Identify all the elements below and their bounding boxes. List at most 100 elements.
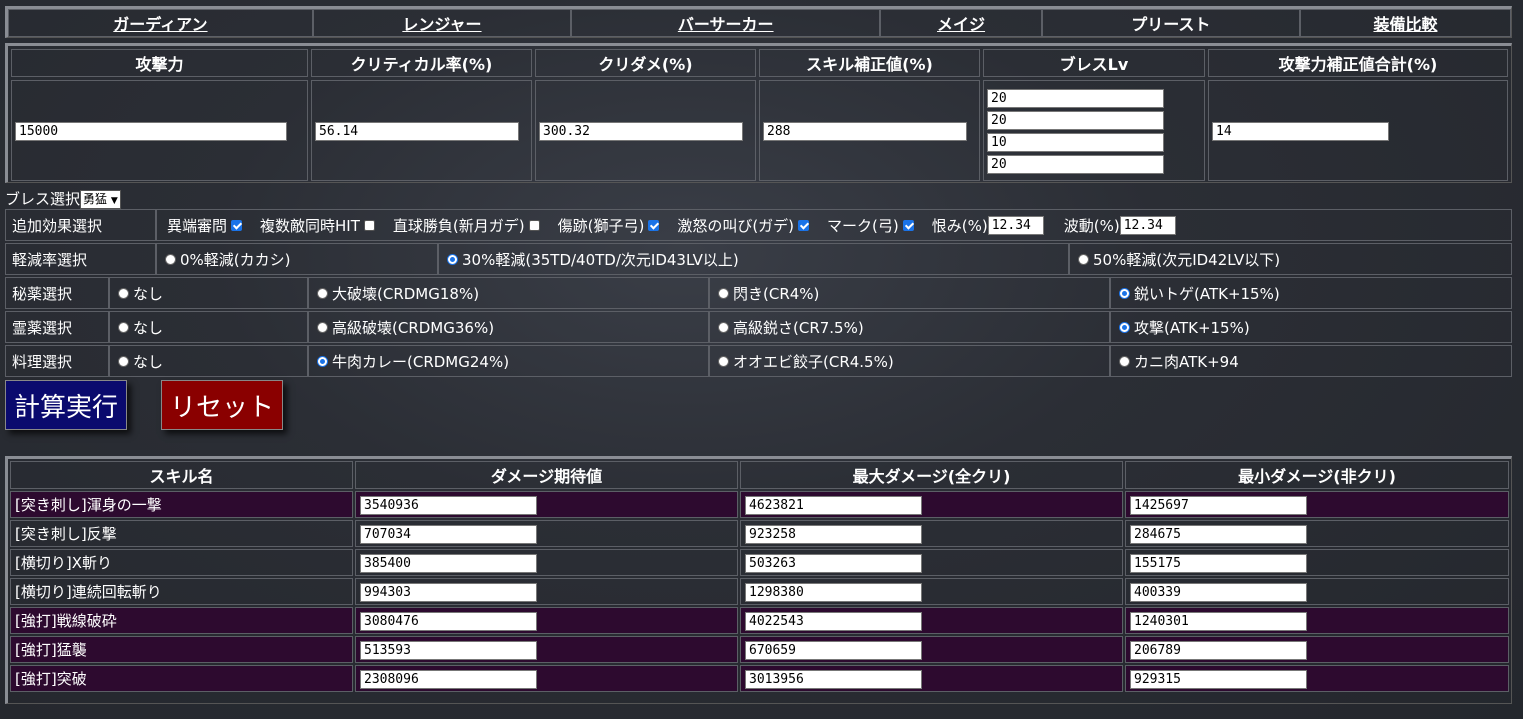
secret-option-none[interactable]: なし	[112, 278, 309, 308]
checkbox-checked[interactable]	[902, 219, 914, 231]
effect-inquisition[interactable]: 異端審問	[167, 215, 243, 236]
grudge-input[interactable]: 12.34	[987, 215, 1044, 235]
spirit-option-high-destruction[interactable]: 高級破壊(CRDMG36%)	[311, 312, 710, 342]
nav-equipment-compare-link[interactable]: 装備比較	[1373, 15, 1437, 34]
radio-unselected[interactable]	[718, 287, 729, 299]
nav-berserker[interactable]: バーサーカー	[571, 9, 881, 37]
skill-mod-cell: 288	[759, 80, 980, 181]
nav-guardian[interactable]: ガーディアン	[8, 9, 313, 37]
radio-unselected[interactable]	[118, 321, 129, 333]
max-damage-output[interactable]: 4623821	[745, 495, 922, 515]
effect-war-cry[interactable]: 激怒の叫び(ガデ)	[677, 215, 810, 236]
radio-unselected[interactable]	[718, 321, 729, 333]
skill-mod-input[interactable]: 288	[763, 121, 967, 141]
checkbox-unchecked[interactable]	[363, 219, 375, 231]
results-header-max: 最大ダメージ(全クリ)	[740, 461, 1123, 489]
effect-multi-hit[interactable]: 複数敵同時HIT	[260, 215, 375, 236]
bless-select-label: ブレス選択	[5, 190, 81, 208]
cooking-option-dumpling[interactable]: オオエビ餃子(CR4.5%)	[712, 346, 1111, 376]
crit-damage-input[interactable]: 300.32	[539, 121, 743, 141]
max-damage-output[interactable]: 4022543	[745, 611, 922, 631]
attack-input[interactable]: 15000	[15, 121, 287, 141]
cooking-option-none[interactable]: なし	[112, 346, 309, 376]
header-crit-damage: クリダメ(%)	[535, 49, 756, 77]
max-damage-output[interactable]: 3013956	[745, 669, 922, 689]
expected-damage-output[interactable]: 3080476	[360, 611, 537, 631]
wave-input[interactable]: 12.34	[1119, 215, 1176, 235]
nav-mage[interactable]: メイジ	[880, 9, 1042, 37]
radio-unselected[interactable]	[165, 253, 176, 265]
radio-unselected[interactable]	[1078, 253, 1089, 265]
reduction-option-50[interactable]: 50%軽減(次元ID42LV以下)	[1072, 244, 1511, 274]
min-damage-output[interactable]: 400339	[1130, 582, 1307, 602]
spirit-option-none[interactable]: なし	[112, 312, 309, 342]
reduction-option-30[interactable]: 30%軽減(35TD/40TD/次元ID43LV以上)	[441, 244, 1070, 274]
radio-unselected[interactable]	[718, 355, 729, 367]
min-damage-output[interactable]: 1425697	[1130, 495, 1307, 515]
spirit-label: 霊薬選択	[6, 312, 110, 342]
expected-damage-output[interactable]: 707034	[360, 524, 537, 544]
secret-option-flash[interactable]: 閃き(CR4%)	[712, 278, 1111, 308]
radio-selected[interactable]	[1119, 287, 1130, 299]
spirit-option-attack[interactable]: 攻撃(ATK+15%)	[1113, 312, 1511, 342]
radio-unselected[interactable]	[1119, 355, 1130, 367]
bless-lv-input-2[interactable]: 20	[987, 110, 1164, 130]
reduction-option-0[interactable]: 0%軽減(カカシ)	[159, 244, 439, 274]
cooking-option-curry[interactable]: 牛肉カレー(CRDMG24%)	[311, 346, 710, 376]
expected-damage-output[interactable]: 513593	[360, 640, 537, 660]
crit-rate-input[interactable]: 56.14	[315, 121, 519, 141]
cooking-option-crab[interactable]: カニ肉ATK+94	[1113, 346, 1511, 376]
checkbox-unchecked[interactable]	[528, 219, 540, 231]
checkbox-checked[interactable]	[798, 219, 810, 231]
radio-selected[interactable]	[1119, 321, 1130, 333]
effect-straight-fight[interactable]: 直球勝負(新月ガデ)	[393, 215, 540, 236]
expected-damage-output[interactable]: 994303	[360, 582, 537, 602]
secret-option-thorn[interactable]: 鋭いトゲ(ATK+15%)	[1113, 278, 1511, 308]
bless-select-dropdown[interactable]: 勇猛 ▼	[80, 190, 121, 209]
bless-lv-input-1[interactable]: 20	[987, 88, 1164, 108]
max-damage-output[interactable]: 503263	[745, 553, 922, 573]
atk-mod-total-input[interactable]: 14	[1212, 121, 1389, 141]
effect-mark[interactable]: マーク(弓)	[827, 215, 914, 236]
reset-button[interactable]: リセット	[161, 380, 283, 430]
radio-selected[interactable]	[447, 253, 458, 265]
max-damage-output[interactable]: 670659	[745, 640, 922, 660]
nav-guardian-link[interactable]: ガーディアン	[113, 15, 207, 34]
radio-unselected[interactable]	[118, 287, 129, 299]
cooking-label: 料理選択	[6, 346, 110, 376]
min-damage-output[interactable]: 284675	[1130, 524, 1307, 544]
secret-row: 秘薬選択 なし 大破壊(CRDMG18%) 閃き(CR4%) 鋭いトゲ(ATK+…	[5, 277, 1512, 309]
min-damage-output[interactable]: 155175	[1130, 553, 1307, 573]
bless-lv-input-4[interactable]: 20	[987, 154, 1164, 174]
effect-wave: 波動(%) 12.34	[1064, 215, 1176, 236]
spirit-option-high-sharpness[interactable]: 高級鋭さ(CR7.5%)	[712, 312, 1111, 342]
nav-equipment-compare[interactable]: 装備比較	[1299, 9, 1511, 37]
bless-lv-input-3[interactable]: 10	[987, 132, 1164, 152]
min-damage-output[interactable]: 929315	[1130, 669, 1307, 689]
min-damage-output[interactable]: 1240301	[1130, 611, 1307, 631]
checkbox-checked[interactable]	[648, 219, 660, 231]
radio-selected[interactable]	[317, 355, 328, 367]
nav-ranger[interactable]: レンジャー	[312, 9, 572, 37]
max-damage-output[interactable]: 1298380	[745, 582, 922, 602]
radio-unselected[interactable]	[118, 355, 129, 367]
skill-name: [強打]猛襲	[10, 636, 353, 663]
nav-ranger-link[interactable]: レンジャー	[402, 15, 481, 34]
expected-damage-output[interactable]: 2308096	[360, 669, 537, 689]
reduction-row: 軽減率選択 0%軽減(カカシ) 30%軽減(35TD/40TD/次元ID43LV…	[5, 243, 1512, 275]
nav-berserker-link[interactable]: バーサーカー	[678, 15, 774, 34]
min-damage-output[interactable]: 206789	[1130, 640, 1307, 660]
radio-unselected[interactable]	[317, 287, 328, 299]
skill-name: [突き刺し]渾身の一撃	[10, 491, 353, 518]
calc-button[interactable]: 計算実行	[5, 380, 127, 430]
checkbox-checked[interactable]	[231, 219, 243, 231]
radio-unselected[interactable]	[317, 321, 328, 333]
effects-label: 追加効果選択	[6, 210, 157, 240]
effect-scar[interactable]: 傷跡(獅子弓)	[558, 215, 660, 236]
expected-damage-output[interactable]: 385400	[360, 553, 537, 573]
nav-mage-link[interactable]: メイジ	[937, 15, 985, 34]
max-damage-output[interactable]: 923258	[745, 524, 922, 544]
secret-option-destruction[interactable]: 大破壊(CRDMG18%)	[311, 278, 710, 308]
expected-damage-output[interactable]: 3540936	[360, 495, 537, 515]
grudge-label: 恨み(%)	[931, 216, 988, 235]
